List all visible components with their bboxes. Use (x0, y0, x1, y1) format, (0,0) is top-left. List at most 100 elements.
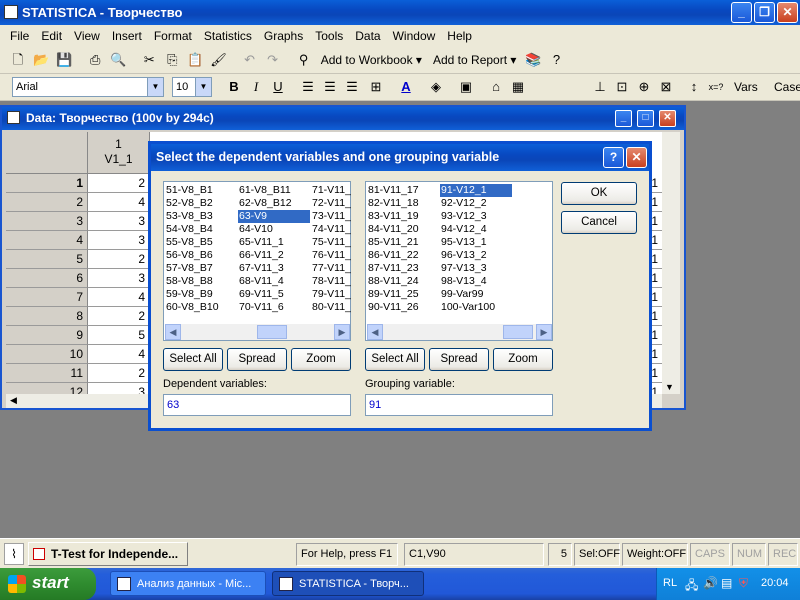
list-item[interactable]: 94-V12_4 (440, 223, 512, 236)
list-item[interactable]: 87-V11_23 (367, 262, 439, 275)
close-button[interactable]: ✕ (777, 2, 798, 23)
left-select-all-button[interactable]: Select All (163, 348, 223, 371)
list-item[interactable]: 93-V12_3 (440, 210, 512, 223)
right-spread-button[interactable]: Spread (429, 348, 489, 371)
scroll-down-icon[interactable]: ▼ (665, 382, 674, 392)
new-file-icon[interactable]: 🗋 (8, 50, 28, 70)
dialog-help-button[interactable]: ? (603, 147, 624, 168)
row-header[interactable]: 9 (6, 326, 88, 345)
list-item[interactable]: 89-V11_25 (367, 288, 439, 301)
table-cell[interactable]: 4 (88, 345, 150, 364)
scroll-right-icon[interactable]: ▶ (334, 324, 350, 340)
data-minimize-button[interactable]: _ (615, 110, 632, 127)
table-cell[interactable]: 3 (88, 231, 150, 250)
table-cell[interactable]: 3 (88, 212, 150, 231)
menu-graphs[interactable]: Graphs (258, 26, 309, 46)
list-item[interactable]: 54-V8_B4 (165, 223, 237, 236)
restore-button[interactable]: ❐ (754, 2, 775, 23)
list-item[interactable]: 61-V8_B11 (238, 184, 310, 197)
cases-dropdown[interactable]: Case (770, 77, 800, 97)
grouping-variable-input[interactable]: 91 (365, 394, 553, 416)
tool-icon-2[interactable]: ⊡ (612, 77, 632, 97)
list-item[interactable]: 75-V11_ (311, 236, 351, 249)
table-cell[interactable]: 2 (88, 250, 150, 269)
font-select[interactable]: Arial ▼ (12, 77, 164, 97)
copy-icon[interactable]: ⎘ (162, 50, 182, 70)
list-item[interactable]: 62-V8_B12 (238, 197, 310, 210)
list-item[interactable]: 73-V11_ (311, 210, 351, 223)
list-item[interactable]: 85-V11_21 (367, 236, 439, 249)
ok-button[interactable]: OK (561, 182, 637, 205)
border-icon[interactable]: ▣ (456, 77, 476, 97)
scroll-right-icon[interactable]: ▶ (536, 324, 552, 340)
context-help-icon[interactable]: ? (547, 50, 567, 70)
cancel-button[interactable]: Cancel (561, 211, 637, 234)
row-header[interactable]: 12 (6, 383, 88, 394)
start-button[interactable]: start (0, 568, 96, 600)
list-item[interactable]: 98-V13_4 (440, 275, 512, 288)
table-cell[interactable]: 2 (88, 307, 150, 326)
list-item[interactable]: 78-V11_ (311, 275, 351, 288)
list-item[interactable]: 76-V11_ (311, 249, 351, 262)
chart-icon[interactable]: ⌇ (4, 543, 24, 565)
scroll-left-icon[interactable]: ◀ (367, 324, 383, 340)
row-header[interactable]: 11 (6, 364, 88, 383)
list-item[interactable]: 52-V8_B2 (165, 197, 237, 210)
scroll-left-icon[interactable]: ◀ (165, 324, 181, 340)
list-item[interactable]: 81-V11_17 (367, 184, 439, 197)
list-item[interactable]: 59-V8_B9 (165, 288, 237, 301)
add-to-workbook-dropdown[interactable]: Add to Workbook ▾ (317, 50, 426, 70)
list-item[interactable]: 53-V8_B3 (165, 210, 237, 223)
row-header[interactable]: 6 (6, 269, 88, 288)
list-item[interactable]: 51-V8_B1 (165, 184, 237, 197)
grouping-variable-list[interactable]: 81-V11_17 82-V11_18 83-V11_19 84-V11_20 85-V… (365, 181, 553, 341)
list-item[interactable]: 88-V11_24 (367, 275, 439, 288)
add-to-report-dropdown[interactable]: Add to Report ▾ (429, 50, 520, 70)
tool-icon-4[interactable]: ⊠ (656, 77, 676, 97)
underline-button[interactable]: U (268, 77, 288, 97)
row-header[interactable]: 8 (6, 307, 88, 326)
menu-data[interactable]: Data (349, 26, 386, 46)
list-item[interactable]: 69-V11_5 (238, 288, 310, 301)
ttest-task-button[interactable]: T-Test for Independe... (28, 542, 188, 566)
menu-statistics[interactable]: Statistics (198, 26, 258, 46)
list-item-selected[interactable]: 63-V9 (238, 210, 310, 223)
tool-icon-3[interactable]: ⊕ (634, 77, 654, 97)
row-header[interactable]: 7 (6, 288, 88, 307)
list-item[interactable]: 70-V11_6 (238, 301, 310, 314)
taskbar-item-word[interactable]: Анализ данных - Mic... (110, 571, 266, 596)
menu-window[interactable]: Window (387, 26, 442, 46)
list-item[interactable]: 96-V13_2 (440, 249, 512, 262)
find-binoculars-icon[interactable]: ⚲ (294, 50, 314, 70)
list-item-selected[interactable]: 91-V12_1 (440, 184, 512, 197)
security-shield-icon[interactable]: ⛨ (739, 576, 748, 591)
print-icon[interactable]: ⎙ (85, 50, 105, 70)
row-header[interactable]: 2 (6, 193, 88, 212)
table-cell[interactable]: 3 (88, 383, 150, 394)
dialog-close-button[interactable]: ✕ (626, 147, 647, 168)
data-maximize-button[interactable]: □ (637, 110, 654, 127)
language-indicator[interactable]: RL (663, 577, 677, 589)
cut-icon[interactable]: ✂ (139, 50, 159, 70)
data-close-button[interactable]: ✕ (659, 110, 676, 127)
list-item[interactable]: 79-V11_ (311, 288, 351, 301)
row-header[interactable]: 1 (6, 174, 88, 193)
undo-icon[interactable]: ↶ (240, 50, 260, 70)
print-preview-icon[interactable]: 🔍 (108, 50, 128, 70)
bold-button[interactable]: B (224, 77, 244, 97)
list-item[interactable]: 74-V11_ (311, 223, 351, 236)
menu-file[interactable]: File (4, 26, 35, 46)
menu-view[interactable]: View (68, 26, 106, 46)
dependent-variable-list[interactable]: 51-V8_B1 52-V8_B2 53-V8_B3 54-V8_B4 55-V8_B5… (163, 181, 351, 341)
list-item[interactable]: 56-V8_B6 (165, 249, 237, 262)
list-item[interactable]: 95-V13_1 (440, 236, 512, 249)
grouping-list-hscrollbar[interactable]: ◀ ▶ (367, 324, 552, 340)
list-item[interactable]: 82-V11_18 (367, 197, 439, 210)
list-item[interactable]: 80-V11_ (311, 301, 351, 314)
table-cell[interactable]: 4 (88, 193, 150, 212)
column-header-v1_1[interactable]: 1 V1_1 (88, 132, 150, 174)
list-item[interactable]: 58-V8_B8 (165, 275, 237, 288)
dependent-variables-input[interactable]: 63 (163, 394, 351, 416)
list-item[interactable]: 86-V11_22 (367, 249, 439, 262)
list-item[interactable]: 67-V11_3 (238, 262, 310, 275)
